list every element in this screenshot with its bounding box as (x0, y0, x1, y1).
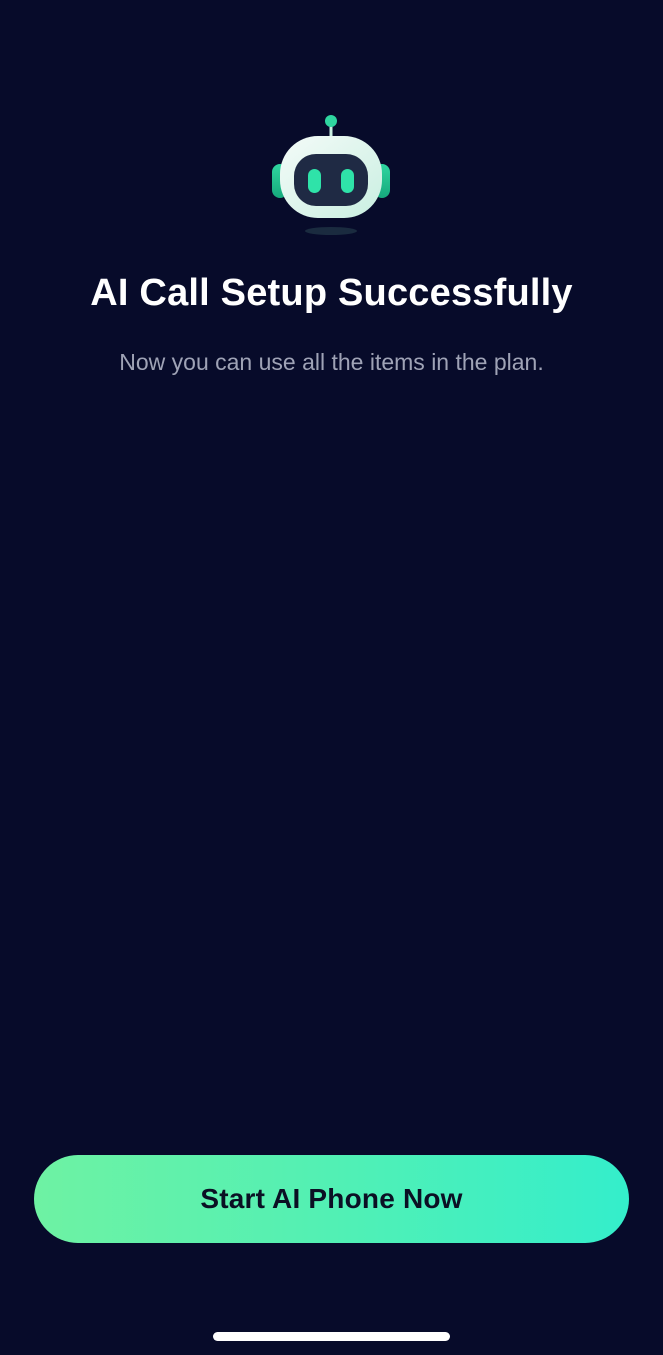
success-screen: AI Call Setup Successfully Now you can u… (0, 0, 663, 1355)
page-title: AI Call Setup Successfully (90, 272, 573, 314)
start-ai-phone-button[interactable]: Start AI Phone Now (34, 1155, 629, 1243)
robot-icon (272, 115, 390, 235)
home-indicator[interactable] (213, 1332, 450, 1341)
page-subtitle: Now you can use all the items in the pla… (119, 349, 544, 375)
